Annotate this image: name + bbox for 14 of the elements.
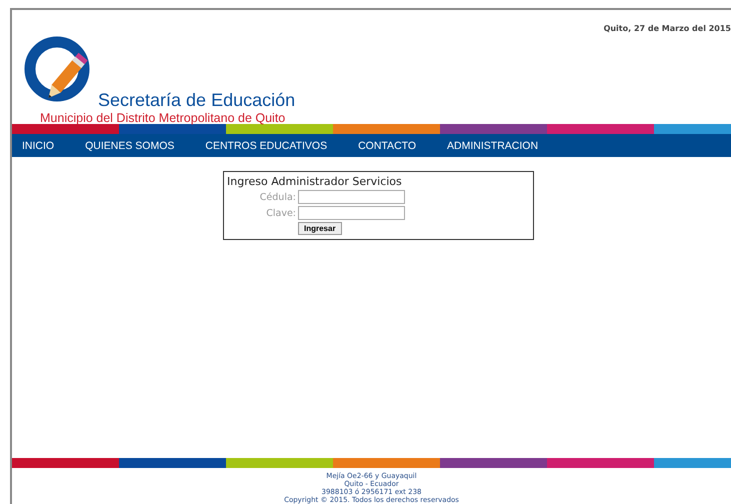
- login-title: Ingreso Administrador Servicios: [227, 175, 403, 188]
- nav-link[interactable]: CENTROS EDUCATIVOS: [205, 140, 328, 152]
- logo-subtitle: Municipio del Distrito Metropolitano de Quito: [40, 110, 286, 126]
- input-field[interactable]: [298, 190, 405, 204]
- nav-link[interactable]: INICIO: [22, 140, 54, 152]
- nav-link[interactable]: CONTACTO: [358, 140, 416, 152]
- field-label: Cédula:: [258, 192, 297, 202]
- nav-link[interactable]: QUIENES SOMOS: [85, 140, 174, 152]
- logo-title: Secretaría de Educación: [98, 90, 296, 110]
- submit-button[interactable]: Ingresar: [298, 222, 342, 235]
- input-field[interactable]: [298, 206, 405, 220]
- field-label: Clave:: [265, 208, 297, 218]
- nav-link[interactable]: ADMINISTRACION: [447, 140, 538, 152]
- date-text: Quito, 27 de Marzo del 2015: [604, 24, 731, 33]
